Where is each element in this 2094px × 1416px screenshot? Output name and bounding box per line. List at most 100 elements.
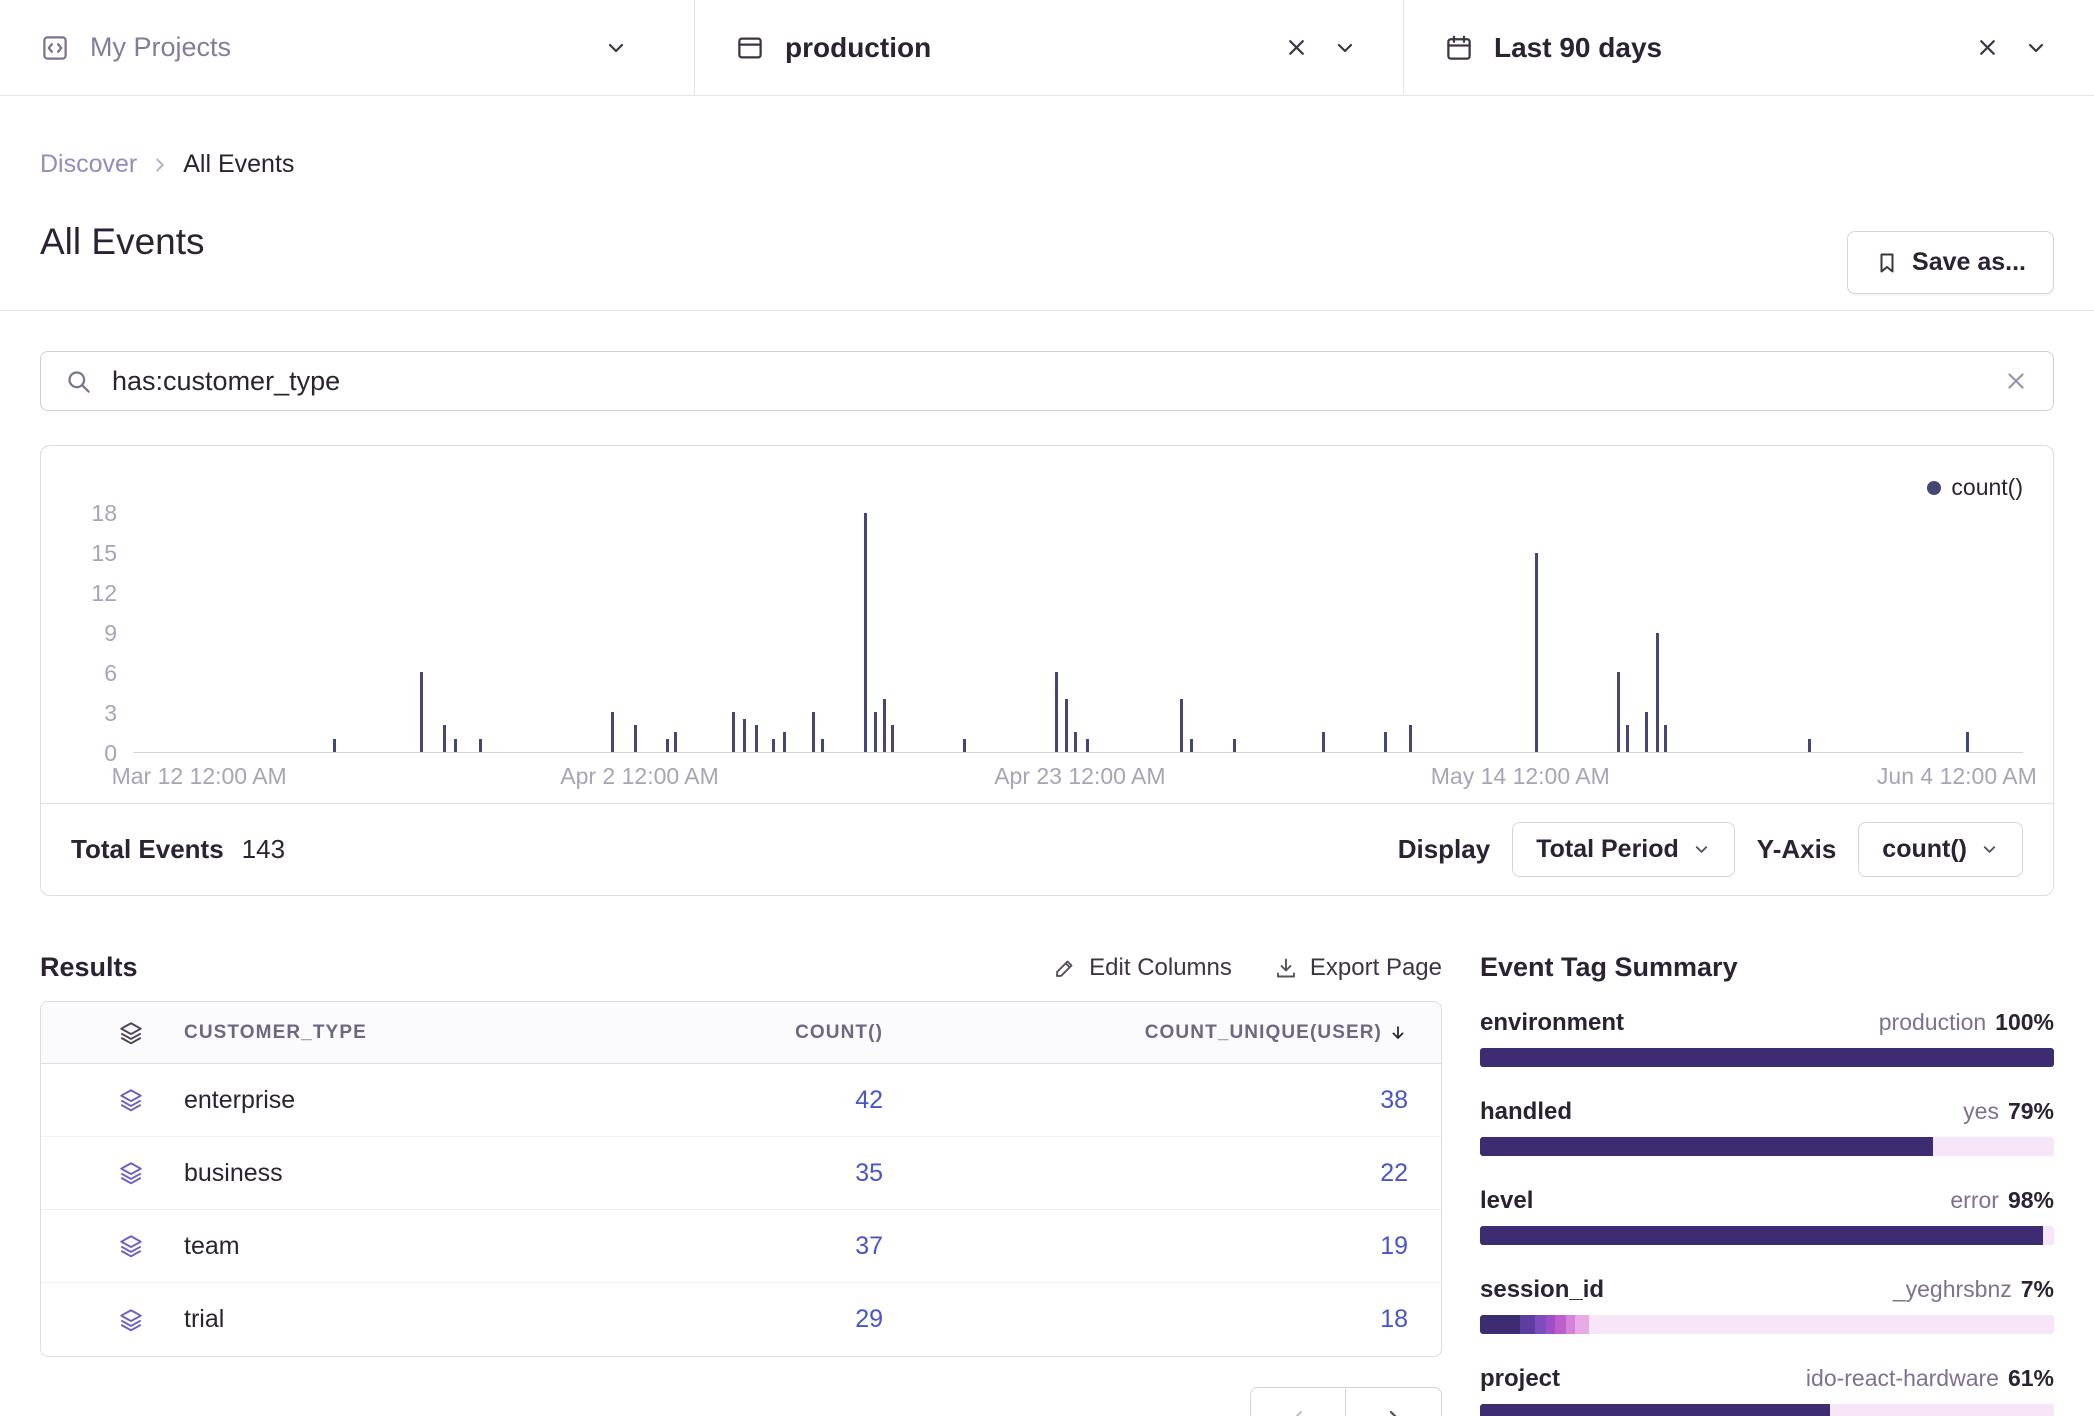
- tag-percent: 7%: [2021, 1276, 2054, 1302]
- search-icon: [65, 368, 92, 395]
- tag-bar-segment: [1480, 1137, 1933, 1156]
- pencil-icon: [1053, 956, 1077, 980]
- chart-bar: [634, 725, 637, 752]
- cell-count-unique-link[interactable]: 18: [1380, 1305, 1441, 1334]
- edit-columns-button[interactable]: Edit Columns: [1053, 954, 1232, 982]
- calendar-icon: [1444, 33, 1474, 63]
- tag-name[interactable]: handled: [1480, 1098, 1572, 1126]
- tag-name[interactable]: level: [1480, 1187, 1533, 1215]
- chart-bar: [1808, 739, 1811, 752]
- chevron-down-icon: [1692, 840, 1711, 859]
- tag-top-value: _yeghrsbnz: [1893, 1276, 2012, 1302]
- environment-selector[interactable]: production: [695, 0, 1403, 95]
- chart-bar: [1535, 553, 1538, 752]
- tag-bar-segment: [1589, 1315, 2054, 1334]
- display-dropdown[interactable]: Total Period: [1512, 822, 1735, 877]
- cell-count-link[interactable]: 35: [855, 1159, 883, 1188]
- chart-bar: [1645, 712, 1648, 752]
- y-axis-dropdown-value: count(): [1882, 835, 1967, 864]
- tag-name[interactable]: session_id: [1480, 1276, 1604, 1304]
- sort-desc-icon: [1388, 1023, 1408, 1043]
- column-header-count[interactable]: COUNT(): [795, 1022, 883, 1044]
- tag-bar-segment: [1546, 1315, 1555, 1334]
- cell-customer-type: enterprise: [184, 1086, 563, 1115]
- chart-bar: [1055, 672, 1058, 752]
- cell-count-link[interactable]: 42: [855, 1086, 883, 1115]
- save-as-label: Save as...: [1912, 248, 2026, 277]
- results-table: CUSTOMER_TYPE COUNT() COUNT_UNIQUE(USER)…: [40, 1001, 1442, 1357]
- chart-footer: Total Events 143 Display Total Period Y-…: [41, 803, 2053, 895]
- cell-count-unique-link[interactable]: 19: [1380, 1232, 1441, 1261]
- y-axis-tick: 6: [104, 661, 117, 685]
- chart-legend[interactable]: count(): [1927, 474, 2023, 501]
- chevron-down-icon[interactable]: [1333, 36, 1357, 60]
- tag-distribution-bar[interactable]: [1480, 1315, 2054, 1334]
- tag-distribution-bar[interactable]: [1480, 1137, 2054, 1156]
- tag-bar-segment: [1480, 1404, 1830, 1416]
- project-selector[interactable]: My Projects: [0, 0, 694, 95]
- discover-page: My Projects production: [0, 0, 2094, 1416]
- chart-bar: [883, 699, 886, 752]
- y-axis-tick: 0: [104, 741, 117, 765]
- chart-bar: [420, 672, 423, 752]
- cell-customer-type: trial: [184, 1305, 563, 1334]
- total-events-label: Total Events: [71, 834, 224, 865]
- events-bar-chart[interactable]: [133, 513, 2023, 753]
- chevron-down-icon[interactable]: [2024, 36, 2048, 60]
- export-page-button[interactable]: Export Page: [1274, 954, 1442, 982]
- cell-count-unique-link[interactable]: 38: [1380, 1086, 1441, 1115]
- column-header-customer-type[interactable]: CUSTOMER_TYPE: [184, 1022, 563, 1044]
- tag-percent: 100%: [1995, 1009, 2054, 1035]
- global-selection-bar: My Projects production: [0, 0, 2094, 96]
- next-page-button[interactable]: [1346, 1387, 1442, 1416]
- column-header-count-unique[interactable]: COUNT_UNIQUE(USER): [1145, 1022, 1441, 1044]
- clear-date-range-icon[interactable]: [1975, 35, 2000, 60]
- legend-label: count(): [1951, 474, 2023, 501]
- chart-bar: [1384, 732, 1387, 752]
- chart-bar: [864, 513, 867, 752]
- previous-page-button[interactable]: [1250, 1387, 1346, 1416]
- pagination: [40, 1387, 1442, 1416]
- tag-name[interactable]: project: [1480, 1365, 1560, 1393]
- cell-count-unique-link[interactable]: 22: [1380, 1159, 1441, 1188]
- tag-distribution-bar[interactable]: [1480, 1404, 2054, 1416]
- save-as-button[interactable]: Save as...: [1847, 231, 2054, 294]
- cell-count-link[interactable]: 37: [855, 1232, 883, 1261]
- table-row: business 35 22: [41, 1137, 1441, 1210]
- tag-top-value: yes: [1963, 1098, 1999, 1124]
- chart-bar: [479, 739, 482, 752]
- clear-search-icon[interactable]: [2003, 368, 2029, 394]
- chart-bar: [812, 712, 815, 752]
- legend-dot-icon: [1927, 481, 1941, 495]
- tag-bar-segment: [1520, 1315, 1534, 1334]
- date-range-selector[interactable]: Last 90 days: [1404, 0, 2094, 95]
- stack-icon: [118, 1087, 144, 1113]
- tag-block: handled yes79%: [1480, 1098, 2054, 1156]
- tag-block: level error98%: [1480, 1187, 2054, 1245]
- tag-block: session_id _yeghrsbnz 7%: [1480, 1276, 2054, 1334]
- breadcrumb-discover-link[interactable]: Discover: [40, 150, 137, 179]
- y-axis-dropdown[interactable]: count(): [1858, 822, 2023, 877]
- tag-distribution-bar[interactable]: [1480, 1226, 2054, 1245]
- projects-icon: [40, 33, 70, 63]
- chart-bar: [772, 739, 775, 752]
- chart-bar: [1190, 739, 1193, 752]
- tag-bar-segment: [2043, 1226, 2054, 1245]
- chart-bar: [1074, 732, 1077, 752]
- tag-bar-segment: [1575, 1315, 1589, 1334]
- search-input[interactable]: [112, 366, 1983, 397]
- chevron-down-icon[interactable]: [604, 36, 628, 60]
- x-axis-tick: Mar 12 12:00 AM: [112, 763, 287, 790]
- stack-icon: [118, 1307, 144, 1333]
- window-icon: [735, 33, 765, 63]
- clear-environment-icon[interactable]: [1284, 35, 1309, 60]
- tag-summary-heading: Event Tag Summary: [1480, 952, 2054, 983]
- total-events-value: 143: [242, 834, 285, 865]
- tag-name[interactable]: environment: [1480, 1009, 1624, 1037]
- tag-top-value: production: [1879, 1009, 1986, 1035]
- chevron-right-icon: [149, 154, 171, 176]
- tag-distribution-bar[interactable]: [1480, 1048, 2054, 1067]
- cell-count-link[interactable]: 29: [855, 1305, 883, 1334]
- environment-selector-label: production: [785, 32, 931, 64]
- stack-icon: [118, 1160, 144, 1186]
